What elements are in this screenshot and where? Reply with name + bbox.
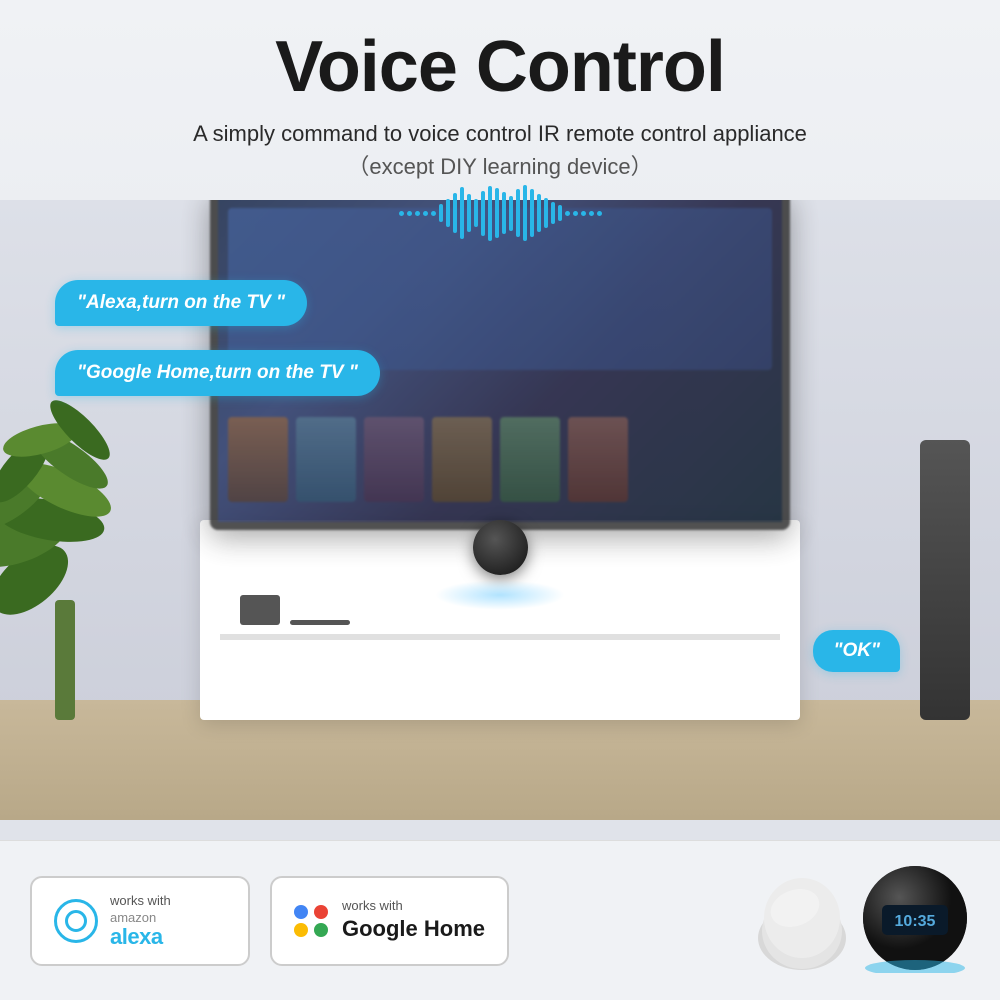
- wave-bar: [467, 194, 471, 232]
- google-works-with: works with: [342, 898, 485, 915]
- google-home-mini-svg: [755, 873, 850, 973]
- google-speech-bubble: "Google Home,turn on the TV ": [55, 350, 380, 396]
- subtitle-main: A simply command to voice control IR rem…: [193, 121, 807, 146]
- google-dot-yellow: [294, 923, 308, 937]
- header-section: Voice Control A simply command to voice …: [0, 0, 1000, 253]
- wave-bar: [516, 189, 520, 237]
- wave-dot: [573, 211, 578, 216]
- right-speaker: [920, 440, 970, 720]
- wave-dot: [399, 211, 404, 216]
- svg-text:10:35: 10:35: [895, 913, 936, 930]
- ok-speech-bubble: "OK": [813, 630, 900, 672]
- wave-bar: [446, 199, 450, 227]
- wave-dot: [407, 211, 412, 216]
- wave-bar: [537, 194, 541, 232]
- wave-bar: [530, 189, 534, 237]
- wave-dot: [565, 211, 570, 216]
- subtitle: A simply command to voice control IR rem…: [40, 117, 960, 183]
- wave-bar: [495, 188, 499, 238]
- google-dots-icon: [294, 905, 330, 937]
- smart-speakers: 10:35: [755, 863, 970, 978]
- echo-dot-svg: 10:35: [860, 863, 970, 973]
- tv-thumbnail: [500, 417, 560, 502]
- wave-bar: [544, 198, 548, 228]
- stand-item-box: [240, 595, 280, 625]
- wave-dot: [597, 211, 602, 216]
- alexa-label: alexa: [110, 926, 171, 948]
- wave-bar: [488, 186, 492, 241]
- tv-thumbnail: [228, 417, 288, 502]
- wave-bar: [502, 192, 506, 234]
- wave-bar: [453, 193, 457, 233]
- tv-thumbnail: [364, 417, 424, 502]
- alexa-ring: [65, 910, 87, 932]
- google-dot-red: [314, 905, 328, 919]
- alexa-badge-text: works with amazon alexa: [110, 893, 171, 949]
- alexa-speech-bubble: "Alexa,turn on the TV ": [55, 280, 307, 326]
- wave-bar: [439, 204, 443, 222]
- wave-dot: [415, 211, 420, 216]
- wave-dot: [431, 211, 436, 216]
- tv-thumbnail: [296, 417, 356, 502]
- google-badge-text: works with Google Home: [342, 898, 485, 943]
- plant-leaves-svg: [0, 400, 140, 640]
- device-glow: [435, 580, 565, 610]
- alexa-works-with: works with: [110, 893, 171, 910]
- google-home-label: Google Home: [342, 915, 485, 944]
- stand-shelf: [220, 634, 780, 640]
- google-home-mini-container: [755, 873, 850, 978]
- bottom-bar: works with amazon alexa works with Googl…: [0, 840, 1000, 1000]
- soundwave: [40, 183, 960, 243]
- smart-ir-device: [435, 520, 565, 610]
- wave-bar: [460, 187, 464, 239]
- subtitle-paren: （except DIY learning device）: [347, 154, 652, 179]
- page-title: Voice Control: [40, 28, 960, 107]
- wave-bar: [474, 199, 478, 227]
- tv-content-row: [228, 417, 772, 502]
- tv-thumbnail: [432, 417, 492, 502]
- page-wrapper: Voice Control A simply command to voice …: [0, 0, 1000, 1000]
- alexa-icon: [54, 899, 98, 943]
- living-room-scene: "Alexa,turn on the TV " "Google Home,tur…: [0, 200, 1000, 820]
- stand-item-flat: [290, 620, 350, 625]
- echo-dot-container: 10:35: [860, 863, 970, 978]
- google-home-badge: works with Google Home: [270, 876, 509, 966]
- alexa-badge: works with amazon alexa: [30, 876, 250, 966]
- wave-bar: [551, 202, 555, 224]
- plant-decoration: [0, 400, 140, 720]
- google-dot-blue: [294, 905, 308, 919]
- wave-bar: [558, 205, 562, 221]
- wave-bar: [509, 196, 513, 231]
- device-body: [473, 520, 528, 575]
- stand-items: [240, 595, 350, 625]
- google-dot-green: [314, 923, 328, 937]
- wave-bar: [523, 185, 527, 241]
- wave-dot: [423, 211, 428, 216]
- wave-bar: [481, 191, 485, 236]
- wave-dot: [589, 211, 594, 216]
- wave-dot: [581, 211, 586, 216]
- tv-thumbnail: [568, 417, 628, 502]
